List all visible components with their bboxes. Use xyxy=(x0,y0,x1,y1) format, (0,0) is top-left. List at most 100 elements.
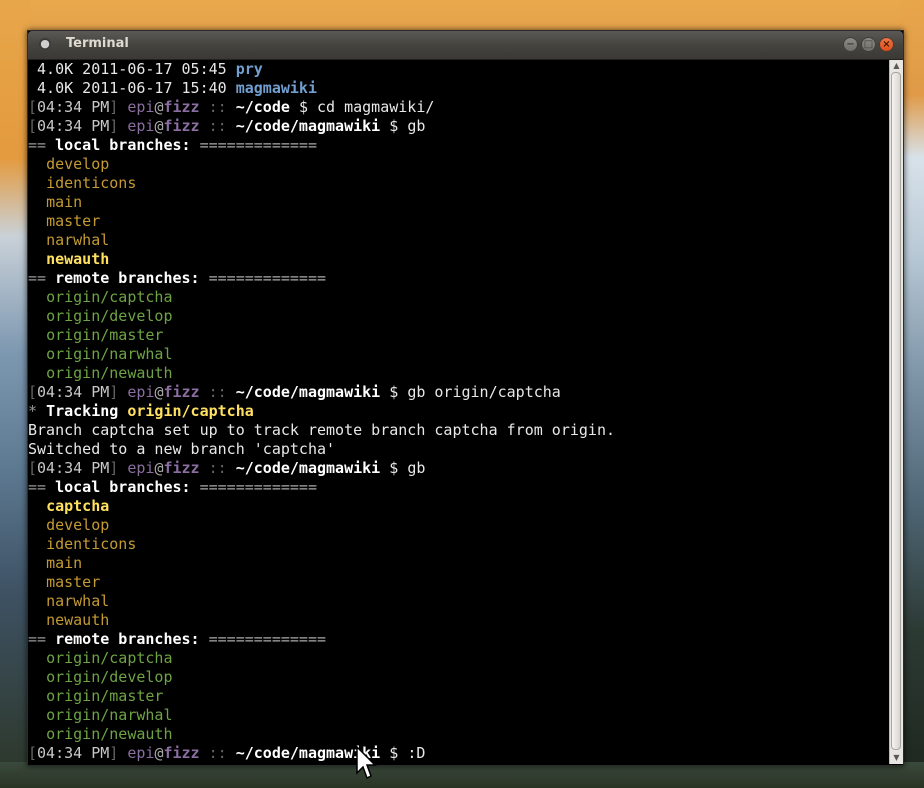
section-title: local branches: xyxy=(55,136,191,154)
remote-branch: origin/develop xyxy=(46,668,173,686)
prompt-command: gb xyxy=(407,117,426,135)
prompt-separator: :: xyxy=(208,98,227,116)
prompt-time: 04:34 PM xyxy=(37,744,110,762)
local-branch: newauth xyxy=(46,611,110,629)
prompt-bracket: [ xyxy=(28,383,38,401)
local-branch: identicons xyxy=(46,174,137,192)
branch-line: main xyxy=(28,193,888,212)
branch-line: origin/newauth xyxy=(28,725,888,744)
terminal-icon[interactable]: ● xyxy=(39,38,51,50)
prompt-user: epi xyxy=(127,459,155,477)
branch-line: origin/narwhal xyxy=(28,345,888,364)
local-branch: main xyxy=(46,554,83,572)
prompt-path: ~/code/magmawiki xyxy=(235,117,381,135)
window-title: Terminal xyxy=(66,36,129,51)
prompt-dollar: $ xyxy=(389,117,399,135)
prompt-host: fizz xyxy=(163,459,200,477)
section-rule: ============= xyxy=(199,136,317,154)
prompt-time: 04:34 PM xyxy=(37,459,110,477)
branch-line: develop xyxy=(28,516,888,535)
section-title: remote branches: xyxy=(55,269,200,287)
section-marker: == xyxy=(28,630,47,648)
remote-branch: origin/narwhal xyxy=(46,706,173,724)
prompt-user: epi xyxy=(127,117,155,135)
remote-branch: origin/captcha xyxy=(46,649,173,667)
title-bar[interactable]: ● Terminal − □ × xyxy=(28,31,903,60)
prompt-command: gb origin/captcha xyxy=(407,383,561,401)
terminal-output[interactable]: 4.0K 2011-06-17 05:45 pry 4.0K 2011-06-1… xyxy=(28,60,888,764)
section-header-local: == local branches: ============= xyxy=(28,478,888,497)
current-branch: newauth xyxy=(46,250,110,268)
remote-branch: origin/develop xyxy=(46,307,173,325)
remote-branch: origin/newauth xyxy=(46,364,173,382)
branch-line: newauth xyxy=(28,611,888,630)
section-marker: == xyxy=(28,269,47,287)
section-marker: == xyxy=(28,478,47,496)
close-button[interactable]: × xyxy=(879,37,894,52)
local-branch: master xyxy=(46,573,101,591)
prompt-user: epi xyxy=(127,383,155,401)
prompt-time: 04:34 PM xyxy=(37,383,110,401)
current-branch: captcha xyxy=(46,497,110,515)
prompt-command: :D xyxy=(407,744,426,762)
minimize-button[interactable]: − xyxy=(843,37,858,52)
branch-line: narwhal xyxy=(28,592,888,611)
branch-line: origin/narwhal xyxy=(28,706,888,725)
local-branch: narwhal xyxy=(46,592,110,610)
prompt-dollar: $ xyxy=(389,744,399,762)
scroll-up-arrow-icon[interactable]: ▲ xyxy=(890,60,903,72)
section-rule: ============= xyxy=(208,630,327,648)
prompt-line: [04:34 PM] epi@fizz :: ~/code/magmawiki … xyxy=(28,459,888,478)
maximize-button[interactable]: □ xyxy=(861,37,876,52)
prompt-separator: :: xyxy=(208,117,227,135)
ls-meta: 4.0K 2011-06-17 15:40 xyxy=(28,79,236,97)
scrollbar-thumb[interactable] xyxy=(891,72,901,750)
prompt-bracket: ] xyxy=(109,98,119,116)
section-marker: == xyxy=(28,136,47,154)
prompt-host: fizz xyxy=(163,744,200,762)
vertical-scrollbar[interactable]: ▲ ▼ xyxy=(889,60,903,764)
ls-meta: 4.0K 2011-06-17 05:45 xyxy=(28,60,236,78)
prompt-host: fizz xyxy=(163,98,200,116)
prompt-line: [04:34 PM] epi@fizz :: ~/code/magmawiki … xyxy=(28,383,888,402)
prompt-command: gb xyxy=(407,459,426,477)
prompt-line: [04:34 PM] epi@fizz :: ~/code/magmawiki … xyxy=(28,117,888,136)
branch-line: origin/master xyxy=(28,326,888,345)
prompt-command: cd magmawiki/ xyxy=(317,98,435,116)
prompt-path: ~/code/magmawiki xyxy=(235,459,381,477)
local-branch: identicons xyxy=(46,535,137,553)
prompt-dollar: $ xyxy=(389,459,399,477)
prompt-dollar: $ xyxy=(389,383,399,401)
prompt-bracket: [ xyxy=(28,98,38,116)
scroll-down-arrow-icon[interactable]: ▼ xyxy=(890,752,903,764)
tracking-star: * xyxy=(28,402,38,420)
branch-line: narwhal xyxy=(28,231,888,250)
prompt-user: epi xyxy=(127,744,155,762)
prompt-separator: :: xyxy=(208,744,227,762)
prompt-bracket: ] xyxy=(109,117,119,135)
local-branch: main xyxy=(46,193,83,211)
prompt-line: [04:34 PM] epi@fizz :: ~/code/magmawiki … xyxy=(28,744,888,763)
local-branch: develop xyxy=(46,516,110,534)
remote-branch: origin/master xyxy=(46,326,164,344)
local-branch: narwhal xyxy=(46,231,110,249)
terminal-window: ● Terminal − □ × 4.0K 2011-06-17 05:45 p… xyxy=(27,30,904,766)
output-line: Branch captcha set up to track remote br… xyxy=(28,421,615,439)
ls-entry-name: pry xyxy=(235,60,263,78)
prompt-user: epi xyxy=(127,98,155,116)
branch-line: newauth xyxy=(28,250,888,269)
prompt-time: 04:34 PM xyxy=(37,98,110,116)
local-branch: master xyxy=(46,212,101,230)
section-title: local branches: xyxy=(55,478,191,496)
tracking-branch: origin/captcha xyxy=(127,402,254,420)
branch-line: master xyxy=(28,573,888,592)
local-branch: develop xyxy=(46,155,110,173)
branch-line: main xyxy=(28,554,888,573)
remote-branch: origin/master xyxy=(46,687,164,705)
tracking-label: Tracking xyxy=(46,402,119,420)
prompt-bracket: [ xyxy=(28,744,38,762)
branch-line: origin/develop xyxy=(28,307,888,326)
ls-line: 4.0K 2011-06-17 15:40 magmawiki xyxy=(28,79,888,98)
prompt-bracket: [ xyxy=(28,117,38,135)
prompt-host: fizz xyxy=(163,117,200,135)
